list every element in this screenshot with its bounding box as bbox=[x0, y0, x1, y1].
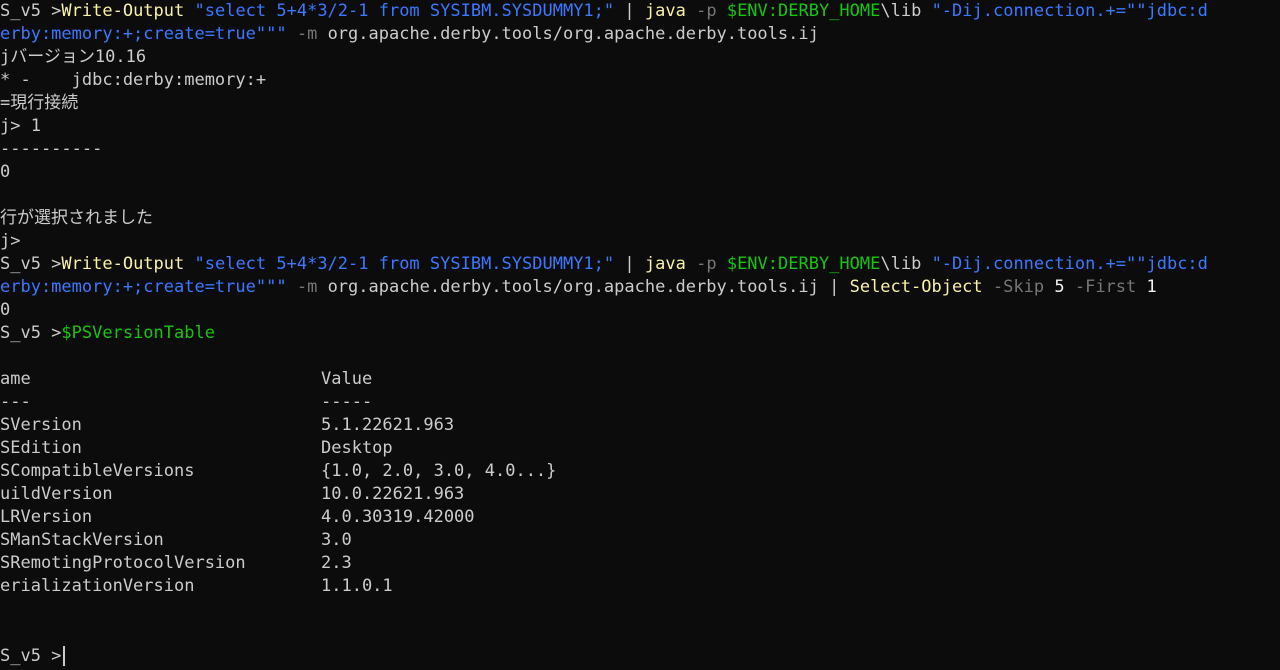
table-header-separator: --- ----- bbox=[0, 391, 1280, 414]
cmd-java: java bbox=[644, 1, 686, 21]
env-variable: $ENV:DERBY_HOME bbox=[726, 254, 881, 274]
row-name: SRemotingProtocolVersion bbox=[0, 553, 246, 573]
header-value: Value bbox=[321, 369, 373, 389]
command-line-1: S_v5 >Write-Output "select 5+4*3/2-1 fro… bbox=[0, 0, 1208, 23]
conn-string-a: "-Dij.connection.+=""jdbc:d bbox=[931, 1, 1208, 21]
header-name: ame bbox=[0, 369, 31, 389]
param-first: -First bbox=[1074, 277, 1137, 297]
row-value: {1.0, 2.0, 3.0, 4.0...} bbox=[321, 461, 557, 481]
pipe: | bbox=[624, 254, 635, 274]
skip-value: 5 bbox=[1054, 277, 1065, 297]
table-row: SRemotingProtocolVersion 2.3 bbox=[0, 552, 1280, 575]
row-value: Desktop bbox=[321, 438, 393, 458]
cmd-write-output: Write-Output bbox=[61, 254, 185, 274]
output-value: 0 bbox=[0, 162, 11, 182]
final-prompt-line[interactable]: S_v5 > bbox=[0, 645, 66, 668]
command-line-2-cont: erby:memory:+;create=true""" -m org.apac… bbox=[0, 276, 1157, 299]
row-name: uildVersion bbox=[0, 484, 113, 504]
output-rows-selected: 行が選択されました bbox=[0, 208, 153, 228]
lib-path: \lib bbox=[880, 1, 922, 21]
conn-string-a: "-Dij.connection.+=""jdbc:d bbox=[931, 254, 1208, 274]
row-name: SCompatibleVersions bbox=[0, 461, 195, 481]
table-row: erializationVersion 1.1.0.1 bbox=[0, 575, 1280, 598]
module-path: org.apache.derby.tools/org.apache.derby.… bbox=[327, 24, 819, 44]
prompt: S_v5 > bbox=[0, 323, 62, 343]
command-line-2: S_v5 >Write-Output "select 5+4*3/2-1 fro… bbox=[0, 253, 1208, 276]
cmd-write-output: Write-Output bbox=[61, 1, 185, 21]
param-skip: -Skip bbox=[992, 277, 1045, 297]
pipe: | bbox=[624, 1, 635, 21]
row-value: 10.0.22621.963 bbox=[321, 484, 465, 504]
sep-value: ----- bbox=[321, 392, 373, 412]
pipe: | bbox=[829, 277, 840, 297]
row-value: 3.0 bbox=[321, 530, 352, 550]
table-row: uildVersion 10.0.22621.963 bbox=[0, 483, 1280, 506]
param-m: -m bbox=[296, 277, 318, 297]
conn-string-b: erby:memory:+;create=true""" bbox=[0, 24, 287, 44]
row-value: 5.1.22621.963 bbox=[321, 415, 455, 435]
cmd-java: java bbox=[644, 254, 686, 274]
param-p: -p bbox=[696, 254, 717, 274]
row-name: SEdition bbox=[0, 438, 82, 458]
module-path: org.apache.derby.tools/org.apache.derby.… bbox=[327, 277, 819, 297]
param-p: -p bbox=[696, 1, 717, 21]
table-row: SManStackVersion 3.0 bbox=[0, 529, 1280, 552]
table-row: SVersion 5.1.22621.963 bbox=[0, 414, 1280, 437]
lib-path: \lib bbox=[880, 254, 922, 274]
env-variable: $ENV:DERBY_HOME bbox=[726, 1, 881, 21]
first-value: 1 bbox=[1146, 277, 1157, 297]
row-value: 2.3 bbox=[321, 553, 352, 573]
param-m: -m bbox=[296, 24, 318, 44]
row-value: 1.1.0.1 bbox=[321, 576, 393, 596]
row-name: LRVersion bbox=[0, 507, 93, 527]
command-line-1-cont: erby:memory:+;create=true""" -m org.apac… bbox=[0, 23, 819, 46]
output-connection: * - jdbc:derby:memory:+ bbox=[0, 70, 267, 90]
table-row: LRVersion 4.0.30319.42000 bbox=[0, 506, 1280, 529]
output-ij-result: j> 1 bbox=[0, 116, 41, 136]
query-string: "select 5+4*3/2-1 from SYSIBM.SYSDUMMY1;… bbox=[194, 1, 615, 21]
prompt: S_v5 > bbox=[0, 646, 62, 666]
output-result-2: 0 bbox=[0, 300, 11, 320]
row-name: SVersion bbox=[0, 415, 82, 435]
sep-name: --- bbox=[0, 392, 31, 412]
text-cursor[interactable] bbox=[63, 646, 66, 666]
command-line-3: S_v5 >$PSVersionTable bbox=[0, 322, 215, 345]
conn-string-b: erby:memory:+;create=true""" bbox=[0, 277, 287, 297]
output-version: jバージョン10.16 bbox=[0, 47, 147, 67]
terminal-window[interactable]: S_v5 >Write-Output "select 5+4*3/2-1 fro… bbox=[0, 0, 1280, 670]
row-name: SManStackVersion bbox=[0, 530, 164, 550]
prompt: S_v5 > bbox=[0, 1, 62, 21]
row-name: erializationVersion bbox=[0, 576, 195, 596]
output-ij-prompt: j> bbox=[0, 231, 21, 251]
prompt: S_v5 > bbox=[0, 254, 62, 274]
output-separator: ---------- bbox=[0, 139, 103, 159]
ps-version-table-variable: $PSVersionTable bbox=[61, 323, 215, 343]
query-string: "select 5+4*3/2-1 from SYSIBM.SYSDUMMY1;… bbox=[194, 254, 615, 274]
table-header: ame Value bbox=[0, 368, 1280, 391]
row-value: 4.0.30319.42000 bbox=[321, 507, 475, 527]
table-row: SCompatibleVersions {1.0, 2.0, 3.0, 4.0..… bbox=[0, 460, 1280, 483]
output-current-connection: =現行接続 bbox=[0, 93, 79, 113]
cmd-select-object: Select-Object bbox=[849, 277, 983, 297]
table-row: SEdition Desktop bbox=[0, 437, 1280, 460]
